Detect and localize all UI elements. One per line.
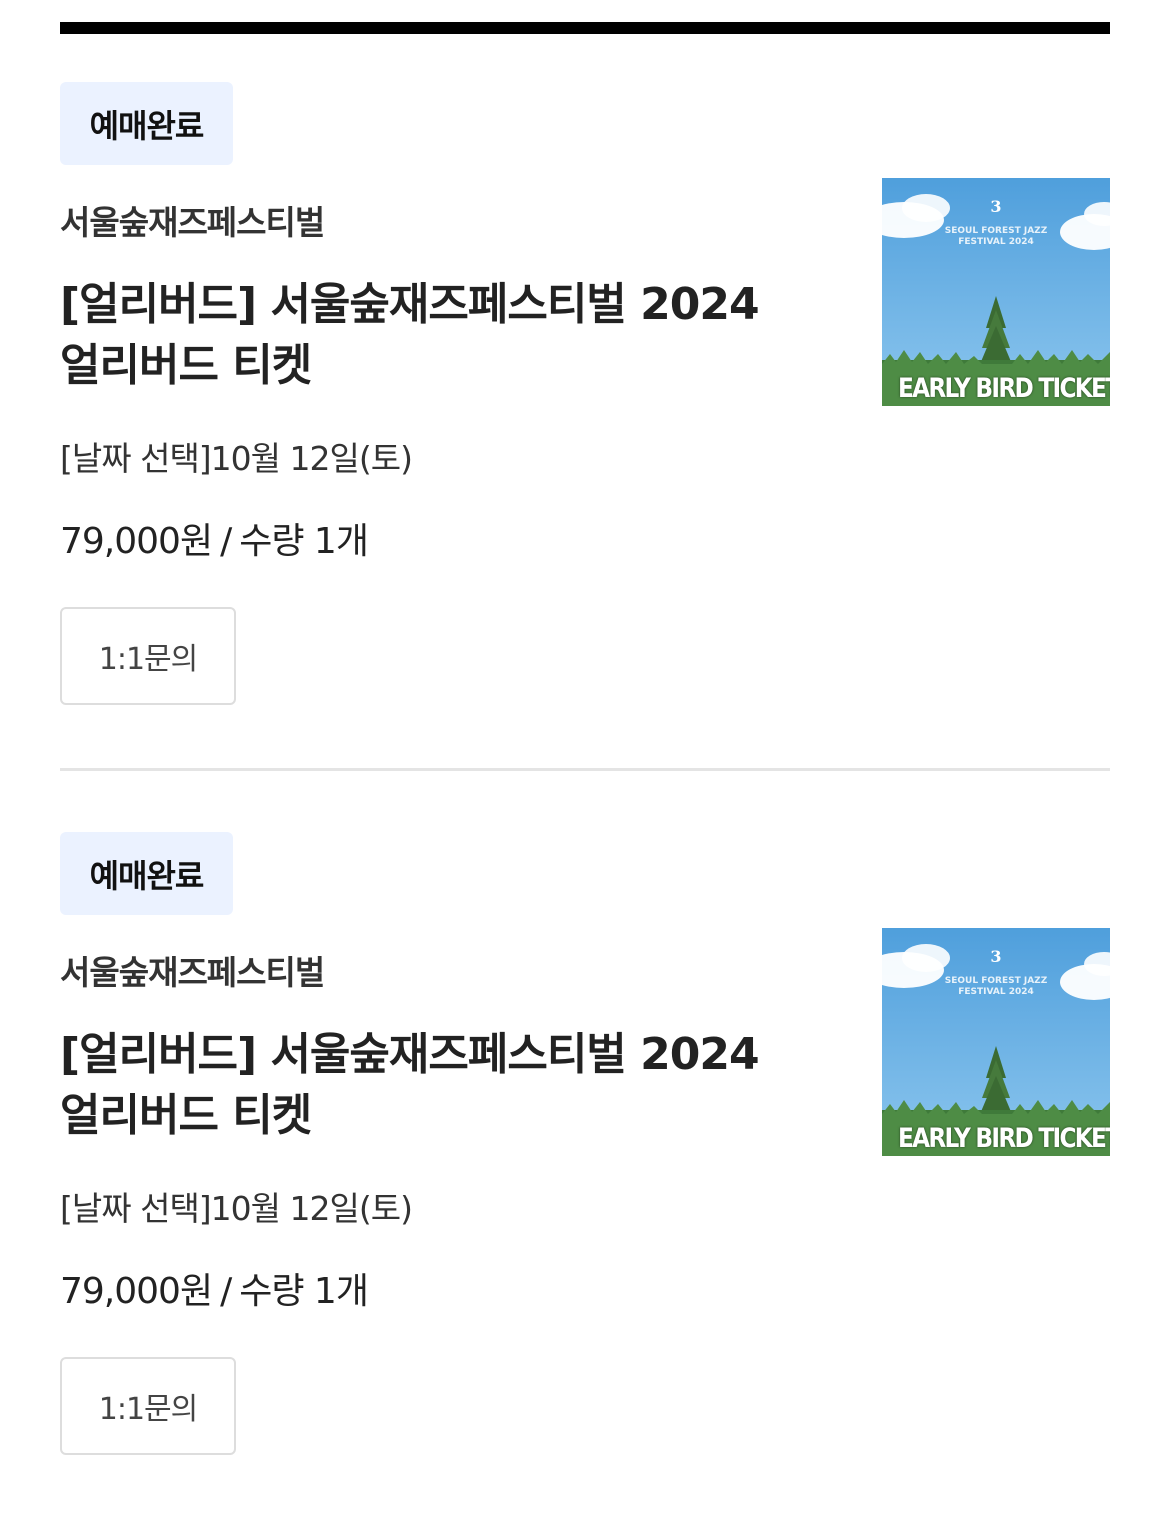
separator: / [220,521,232,562]
thumbnail-subtitle: SEOUL FOREST JAZZ FESTIVAL 2024 [882,226,1110,248]
product-option: [날짜 선택]10월 12일(토) [60,439,413,478]
seller-name[interactable]: 서울숲재즈페스티벌 [60,196,325,244]
seller-name[interactable]: 서울숲재즈페스티벌 [60,946,325,994]
svg-text:3: 3 [990,947,1001,966]
thumbnail-subtitle-line-2: FESTIVAL 2024 [958,987,1034,997]
thumbnail-caption: EARLY BIRD TICKET [897,373,1110,404]
product-title-line-1: [얼리버드] 서울숲재즈페스티벌 2024 [60,1029,760,1080]
status-badge: 예매완료 [60,82,233,165]
product-title-line-2: 얼리버드 티켓 [60,340,312,391]
product-thumbnail[interactable]: 3 SEOUL FOREST JAZZ FESTIVAL 2024 EARLY … [882,178,1110,406]
product-title[interactable]: [얼리버드] 서울숲재즈페스티벌 2024 얼리버드 티켓 [60,274,820,396]
product-title-line-2: 얼리버드 티켓 [60,1090,312,1141]
product-option: [날짜 선택]10월 12일(토) [60,1189,413,1228]
order-card: 예매완료 서울숲재즈페스티벌 [얼리버드] 서울숲재즈페스티벌 2024 얼리버… [60,82,1110,722]
order-card: 예매완료 서울숲재즈페스티벌 [얼리버드] 서울숲재즈페스티벌 2024 얼리버… [60,832,1110,1472]
inquiry-button[interactable]: 1:1문의 [60,1357,236,1455]
thumbnail-subtitle-line-2: FESTIVAL 2024 [958,237,1034,247]
quantity: 수량 1개 [239,521,369,562]
thumbnail-artwork: 3 [882,928,1110,1156]
thumbnail-subtitle-line-1: SEOUL FOREST JAZZ [944,226,1048,236]
product-thumbnail[interactable]: 3 SEOUL FOREST JAZZ FESTIVAL 2024 EARLY … [882,928,1110,1156]
thumbnail-artwork: 3 [882,178,1110,406]
price-quantity-row: 79,000원 / 수량 1개 [60,512,369,564]
product-title[interactable]: [얼리버드] 서울숲재즈페스티벌 2024 얼리버드 티켓 [60,1024,820,1146]
top-rule [60,22,1110,34]
status-badge: 예매완료 [60,832,233,915]
price: 79,000원 [60,521,213,562]
thumbnail-subtitle: SEOUL FOREST JAZZ FESTIVAL 2024 [882,976,1110,998]
svg-text:3: 3 [990,197,1001,216]
separator: / [220,1271,232,1312]
product-title-line-1: [얼리버드] 서울숲재즈페스티벌 2024 [60,279,760,330]
inquiry-button[interactable]: 1:1문의 [60,607,236,705]
thumbnail-caption: EARLY BIRD TICKET [897,1123,1110,1154]
price-quantity-row: 79,000원 / 수량 1개 [60,1262,369,1314]
order-divider [60,768,1110,771]
quantity: 수량 1개 [239,1271,369,1312]
thumbnail-subtitle-line-1: SEOUL FOREST JAZZ [944,976,1048,986]
price: 79,000원 [60,1271,213,1312]
